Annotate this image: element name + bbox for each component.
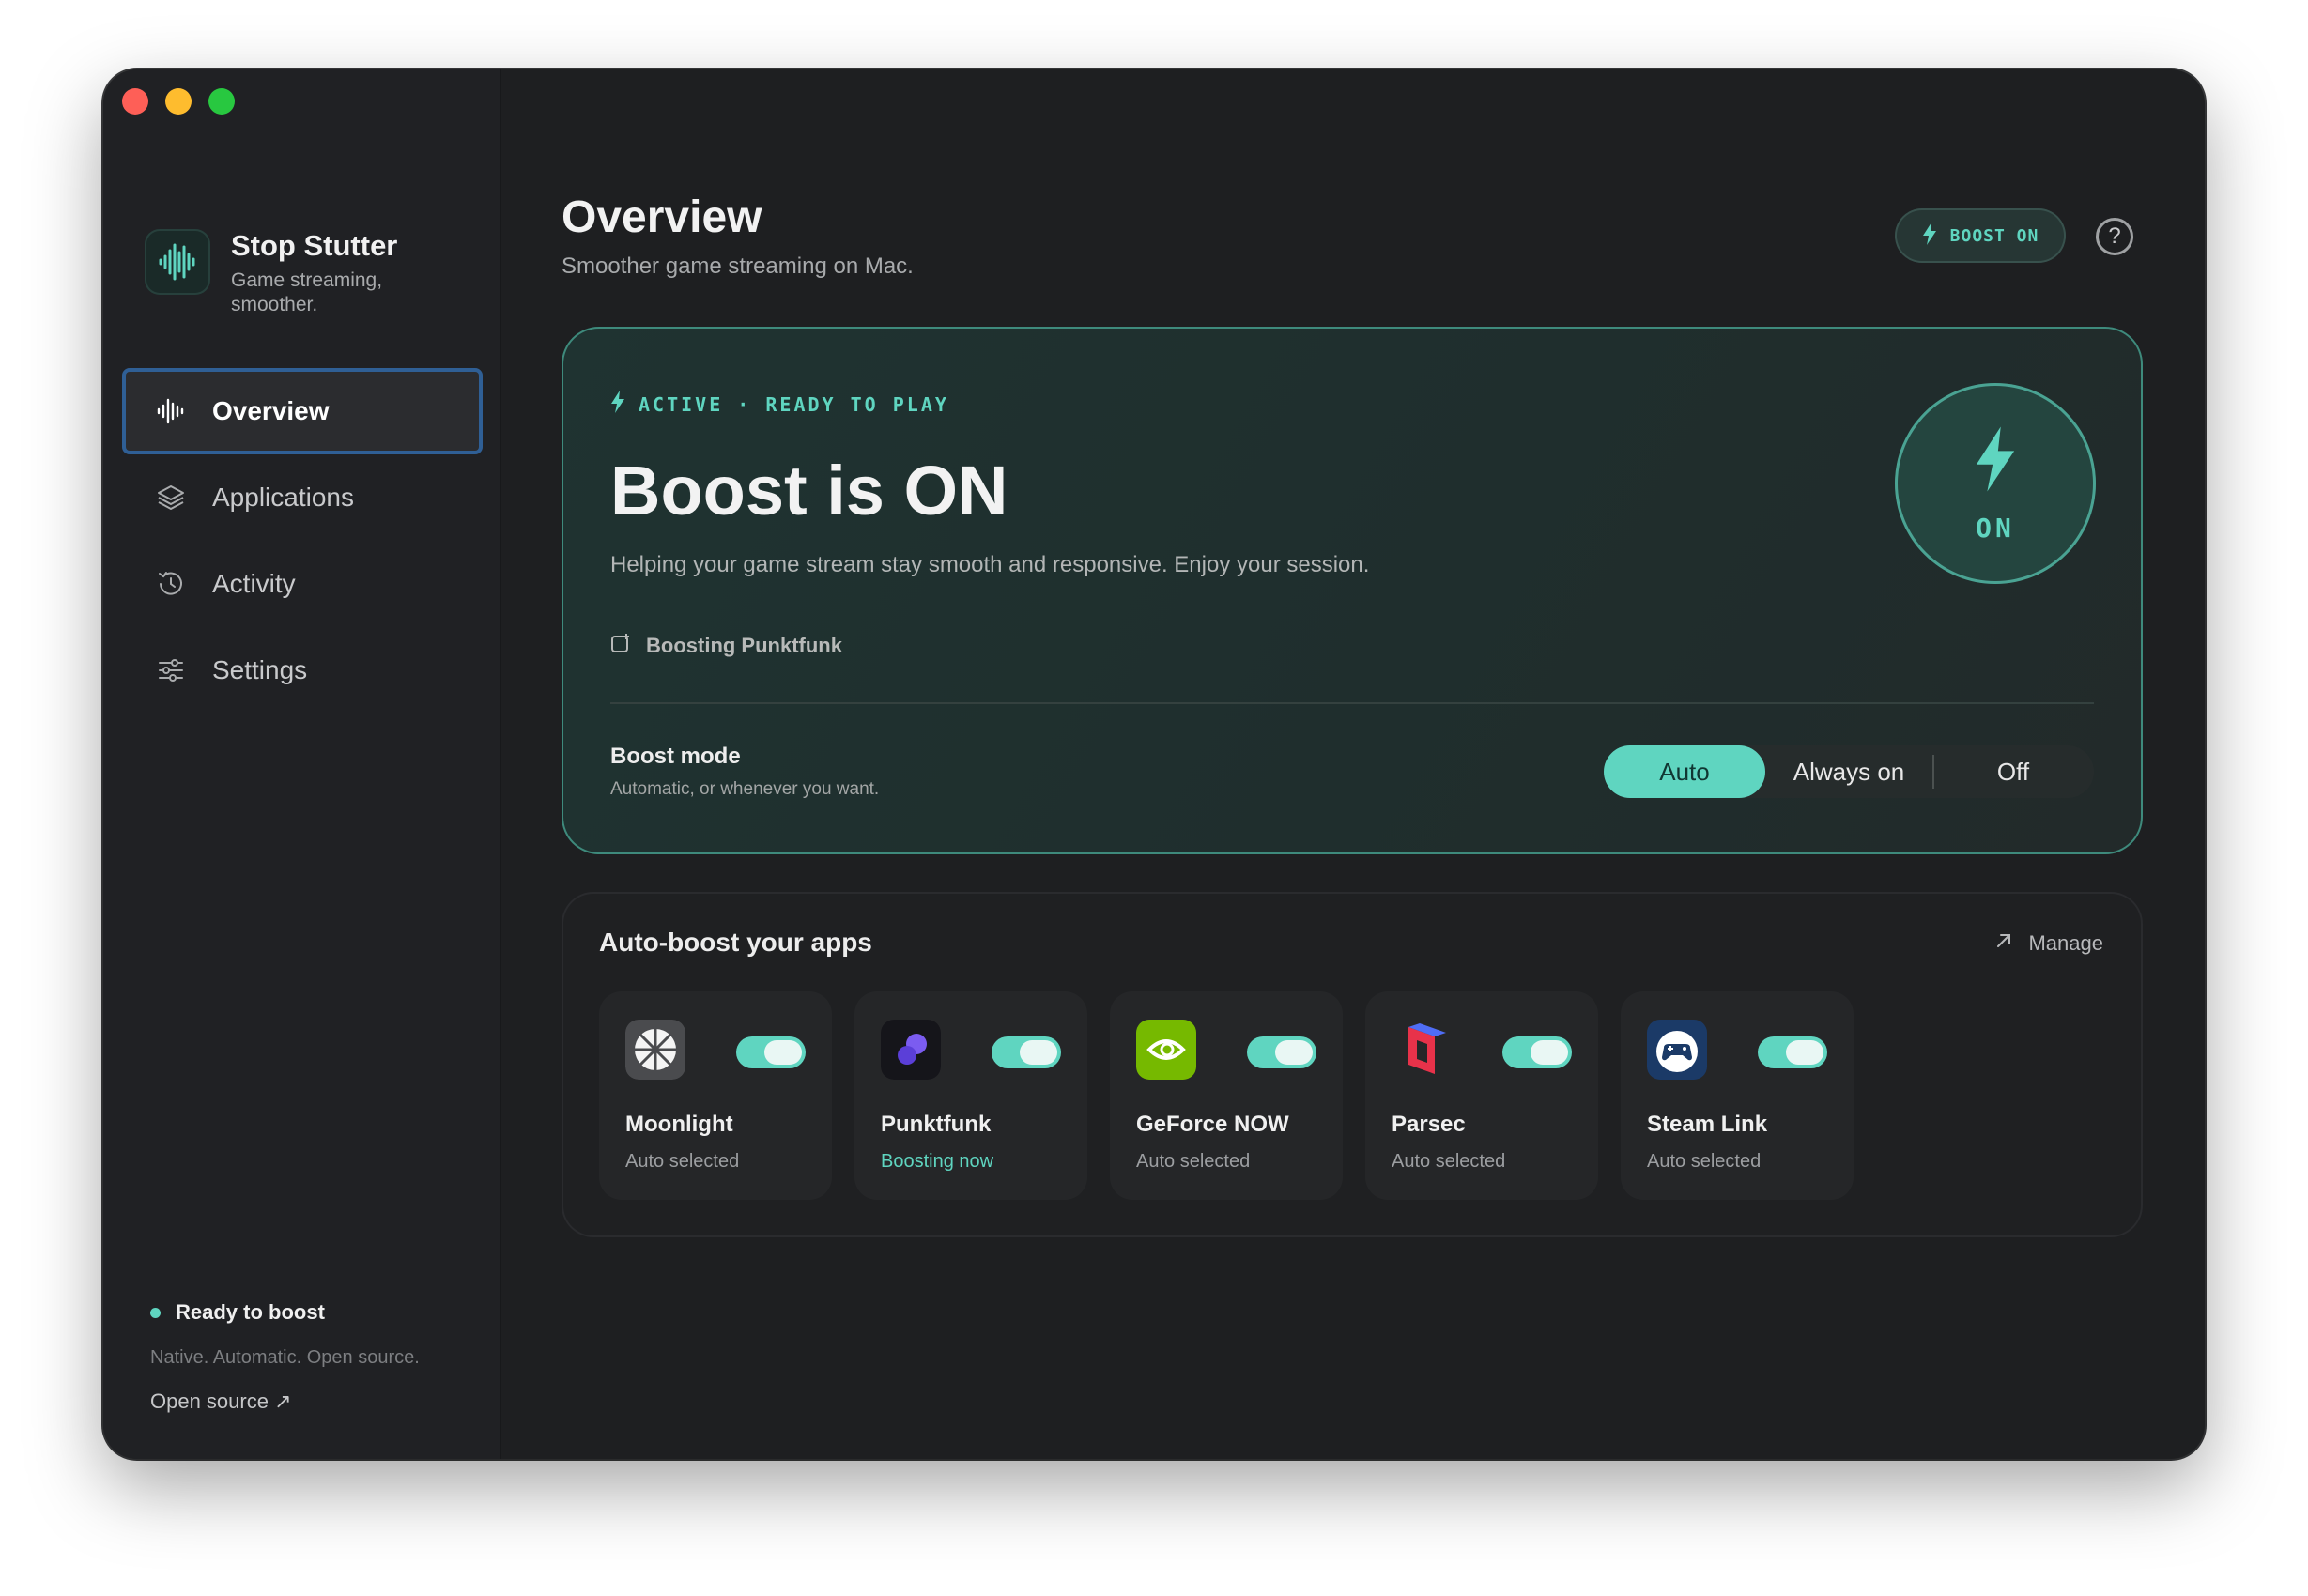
lightning-icon: [1974, 423, 2017, 499]
mode-option-auto[interactable]: Auto: [1604, 745, 1765, 798]
app-toggle-switch[interactable]: [1502, 1036, 1572, 1068]
app-card-geforce-now[interactable]: GeForce NOW Auto selected: [1110, 991, 1343, 1200]
boost-pill-label: BOOST ON: [1949, 225, 2039, 246]
boost-status-card: ACTIVE · READY TO PLAY Boost is ON Helpi…: [562, 327, 2143, 854]
steam-link-gamepad-icon: [1647, 1020, 1707, 1080]
app-toggle-switch[interactable]: [1247, 1036, 1316, 1068]
sidebar-item-label: Settings: [212, 655, 308, 684]
mode-option-always-on[interactable]: Always on: [1765, 745, 1932, 798]
boosting-app-text: Boosting Punktfunk: [646, 634, 842, 657]
app-name: Punktfunk: [881, 1112, 992, 1137]
app-status: Auto selected: [625, 1151, 740, 1172]
hero-description: Helping your game stream stay smooth and…: [610, 552, 1370, 577]
main-content: Overview Smoother game streaming on Mac.…: [503, 69, 2205, 1459]
app-name: Stop Stutter: [231, 229, 398, 262]
punktfunk-icon: [881, 1020, 941, 1080]
app-status: Auto selected: [1392, 1151, 1506, 1172]
minimize-window-button[interactable]: [165, 88, 192, 115]
ready-status: Ready to boost: [150, 1300, 420, 1325]
app-name: GeForce NOW: [1136, 1112, 1289, 1137]
page-subtitle: Smoother game streaming on Mac.: [562, 253, 914, 279]
sidebar-nav: Overview Applications Activity Settings: [122, 368, 483, 714]
hero-kicker-text: ACTIVE · READY TO PLAY: [639, 392, 949, 416]
app-name: Steam Link: [1647, 1112, 1768, 1137]
app-card-parsec[interactable]: Parsec Auto selected: [1365, 991, 1598, 1200]
app-logo-waveform-icon: [145, 229, 210, 295]
close-window-button[interactable]: [122, 88, 148, 115]
app-toggle-switch[interactable]: [736, 1036, 806, 1068]
boosting-app-label: Boosting Punktfunk: [610, 633, 842, 659]
app-window: Stop Stutter Game streaming, smoother. O…: [103, 69, 2205, 1459]
parsec-icon: [1392, 1020, 1452, 1080]
sidebar-item-label: Overview: [212, 396, 330, 425]
app-card-punktfunk[interactable]: Punktfunk Boosting now: [854, 991, 1087, 1200]
boost-mode-sublabel: Automatic, or whenever you want.: [610, 779, 880, 799]
app-toggle-switch[interactable]: [1758, 1036, 1827, 1068]
boost-mode-label: Boost mode: [610, 744, 741, 769]
boost-mode-segmented-control: Auto Always on Off: [1604, 745, 2094, 798]
page-title: Overview: [562, 192, 762, 242]
open-source-link[interactable]: Open source ↗: [150, 1389, 420, 1414]
arrow-up-right-icon: [1994, 931, 2013, 956]
help-button[interactable]: ?: [2096, 218, 2133, 255]
hero-kicker: ACTIVE · READY TO PLAY: [610, 391, 949, 418]
zoom-window-button[interactable]: [208, 88, 235, 115]
app-toggle-switch[interactable]: [992, 1036, 1061, 1068]
badge-on-text: ON: [1976, 513, 2015, 544]
history-clock-icon: [156, 569, 186, 599]
layers-icon: [156, 483, 186, 513]
sidebar-item-activity[interactable]: Activity: [122, 541, 483, 627]
lightning-icon: [610, 391, 625, 418]
manage-label: Manage: [2028, 931, 2103, 955]
moonlight-icon: [625, 1020, 685, 1080]
lightning-icon: [1922, 222, 1937, 250]
brand: Stop Stutter Game streaming, smoother.: [145, 229, 409, 317]
sidebar-item-applications[interactable]: Applications: [122, 454, 483, 541]
sidebar-item-overview[interactable]: Overview: [122, 368, 483, 454]
waveform-icon: [156, 396, 186, 426]
divider: [610, 702, 2094, 704]
footer-note: Native. Automatic. Open source.: [150, 1347, 420, 1368]
app-window-icon: [610, 633, 631, 659]
app-name: Parsec: [1392, 1112, 1466, 1137]
hero-title: Boost is ON: [610, 452, 1008, 529]
ready-status-text: Ready to boost: [176, 1300, 325, 1324]
sidebar-footer: Ready to boost Native. Automatic. Open s…: [150, 1300, 420, 1414]
geforce-now-icon: [1136, 1020, 1196, 1080]
boost-toggle-badge[interactable]: ON: [1895, 383, 2096, 584]
app-list: Moonlight Auto selected Punktfunk Boosti…: [599, 991, 1854, 1200]
manage-button[interactable]: Manage: [1994, 931, 2103, 956]
app-status: Auto selected: [1136, 1151, 1251, 1172]
sidebar-item-label: Activity: [212, 569, 296, 598]
app-card-steam-link[interactable]: Steam Link Auto selected: [1621, 991, 1854, 1200]
sidebar-item-settings[interactable]: Settings: [122, 627, 483, 714]
app-name: Moonlight: [625, 1112, 733, 1137]
sliders-icon: [156, 655, 186, 685]
app-card-moonlight[interactable]: Moonlight Auto selected: [599, 991, 832, 1200]
app-status: Boosting now: [881, 1151, 994, 1172]
sidebar: Stop Stutter Game streaming, smoother. O…: [103, 69, 501, 1459]
auto-boost-apps-card: Auto-boost your apps Manage Moonlight Au…: [562, 892, 2143, 1237]
app-status: Auto selected: [1647, 1151, 1762, 1172]
window-controls: [122, 88, 235, 115]
sidebar-item-label: Applications: [212, 483, 354, 512]
apps-section-title: Auto-boost your apps: [599, 928, 872, 957]
boost-status-button[interactable]: BOOST ON: [1895, 208, 2066, 263]
status-dot-icon: [150, 1307, 161, 1318]
mode-option-off[interactable]: Off: [1932, 755, 2092, 789]
app-tagline: Game streaming, smoother.: [231, 269, 383, 315]
